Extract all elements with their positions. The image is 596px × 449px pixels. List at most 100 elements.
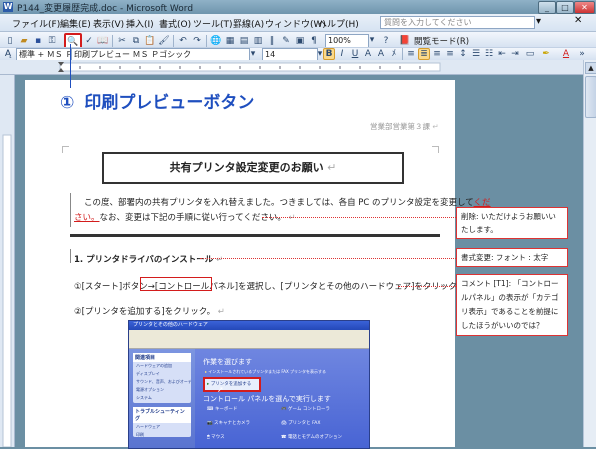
numbering-icon[interactable]: ☰ bbox=[470, 48, 482, 60]
toolbar-options-icon[interactable]: » bbox=[576, 48, 588, 60]
side-item[interactable]: システム bbox=[133, 394, 191, 402]
line-spacing-icon[interactable]: ↕ bbox=[457, 48, 469, 60]
borders-icon[interactable]: ▭ bbox=[524, 48, 536, 60]
side-item[interactable]: サウンド、音声、およびオーディオデバイス bbox=[133, 378, 191, 386]
side-item[interactable]: ハードウェアの追加 bbox=[133, 362, 191, 370]
paste-icon[interactable]: 📋 bbox=[144, 35, 156, 47]
side-item[interactable]: 電源オプション bbox=[133, 386, 191, 394]
help-search-input[interactable]: 質問を入力してください bbox=[380, 16, 535, 29]
menu-edit[interactable]: 編集(E) bbox=[60, 17, 91, 30]
format-painter-icon[interactable]: 🖌 bbox=[158, 35, 170, 47]
decrease-indent-icon[interactable]: ⇤ bbox=[496, 48, 508, 60]
spelling-icon[interactable]: ✓ bbox=[83, 35, 95, 47]
paragraph-1-line-1: この度、部署内の共有プリンタを入れ替えました。つきましては、各自 PC のプリン… bbox=[84, 196, 491, 208]
menu-bar: ファイル(F) 編集(E) 表示(V) 挿入(I) 書式(O) ツール(T) 罫… bbox=[0, 14, 596, 32]
align-center-icon[interactable]: ≣ bbox=[418, 48, 430, 60]
side-item[interactable]: 印刷 bbox=[133, 431, 191, 439]
redo-icon[interactable]: ↷ bbox=[191, 35, 203, 47]
cp-icon-keyboard[interactable]: ⌨ キーボード bbox=[207, 406, 237, 412]
minimize-button[interactable]: _ bbox=[538, 1, 556, 14]
cp-icon-scanner[interactable]: 📷 スキャナとカメラ bbox=[207, 420, 250, 426]
menu-table[interactable]: 罫線(A) bbox=[233, 17, 264, 30]
zoom-select[interactable]: 100% bbox=[325, 34, 369, 48]
distribute-icon[interactable]: ≡ bbox=[444, 48, 456, 60]
columns-icon[interactable]: ‖ bbox=[266, 35, 278, 47]
word-app-icon[interactable]: W bbox=[3, 2, 13, 12]
menu-format[interactable]: 書式(O) bbox=[159, 17, 191, 30]
format-change-balloon[interactable]: 書式変更: フォント : 太字 bbox=[456, 248, 568, 267]
undo-icon[interactable]: ↶ bbox=[177, 35, 189, 47]
deletion-balloon-text: 削除: いただけようお願いいたします。 bbox=[461, 212, 556, 234]
cp-icon-mouse[interactable]: 🖱 マウス bbox=[207, 434, 225, 440]
char-shading-icon[interactable]: A bbox=[375, 48, 387, 60]
task-1[interactable]: ▸ インストールされているプリンタまたは FAX プリンタを表示する bbox=[205, 369, 355, 375]
save-icon[interactable]: ▪ bbox=[32, 35, 44, 47]
italic-icon[interactable]: I bbox=[336, 48, 348, 60]
highlight-icon[interactable]: ✒ bbox=[540, 48, 552, 60]
cp-icon-game[interactable]: 🎮 ゲーム コントローラ bbox=[281, 406, 330, 412]
scroll-up-icon[interactable]: ▲ bbox=[585, 62, 596, 74]
bold-icon[interactable]: B bbox=[323, 48, 335, 60]
menu-window[interactable]: ウィンドウ(W) bbox=[265, 17, 326, 30]
open-folder-icon[interactable]: ▰ bbox=[18, 35, 30, 47]
zoom-dropdown-icon[interactable]: ▾ bbox=[366, 34, 378, 46]
vertical-ruler[interactable] bbox=[0, 75, 15, 447]
permission-icon[interactable]: ⚿ bbox=[46, 35, 58, 47]
maximize-button[interactable]: □ bbox=[556, 1, 574, 14]
menu-help[interactable]: ヘルプ(H) bbox=[318, 17, 359, 30]
help-dropdown-icon[interactable]: ▾ bbox=[536, 16, 541, 27]
step-2-text: ②[プリンタを追加する]をクリック。 bbox=[74, 307, 216, 317]
close-button[interactable]: ✕ bbox=[574, 1, 595, 14]
cp-icon-label: 電話とモデムのオプション bbox=[288, 435, 342, 440]
char-scale-icon[interactable]: ﾒ bbox=[388, 48, 400, 60]
show-hide-icon[interactable]: ¶ bbox=[308, 35, 320, 47]
drawing-icon[interactable]: ✎ bbox=[280, 35, 292, 47]
deletion-balloon[interactable]: 削除: いただけようお願いいたします。 bbox=[456, 207, 568, 239]
header-text: 営業部営業第３課 bbox=[370, 122, 430, 131]
comment-text: コメント [T1]: 「コントロールパネル」の表示が「カテゴリ表示」であることを… bbox=[461, 279, 559, 330]
side-item[interactable]: ディスプレイ bbox=[133, 370, 191, 378]
add-printer-task[interactable]: ▸ プリンタを追加する bbox=[203, 377, 261, 392]
side-box-2: トラブルシューティング ハードウェア 印刷 bbox=[133, 407, 191, 437]
styles-formatting-icon[interactable]: Ą bbox=[2, 48, 14, 60]
insert-excel-icon[interactable]: ▥ bbox=[252, 35, 264, 47]
align-right-icon[interactable]: ≡ bbox=[431, 48, 443, 60]
callout-number: ① bbox=[60, 93, 75, 113]
cut-icon[interactable]: ✂ bbox=[116, 35, 128, 47]
side-item[interactable]: ハードウェア bbox=[133, 423, 191, 431]
menu-tools[interactable]: ツール(T) bbox=[193, 17, 233, 30]
insert-table-icon[interactable]: ▤ bbox=[238, 35, 250, 47]
reading-mode-button[interactable]: 閲覧モード(R) bbox=[414, 35, 469, 47]
menu-file[interactable]: ファイル(F) bbox=[12, 17, 60, 30]
scroll-thumb[interactable] bbox=[585, 76, 596, 118]
increase-indent-icon[interactable]: ⇥ bbox=[509, 48, 521, 60]
font-dropdown-icon[interactable]: ▾ bbox=[247, 48, 259, 60]
para1-text: この度、部署内の共有プリンタを入れ替えました。つきましては、各自 PC のプリン… bbox=[84, 198, 474, 208]
menu-view[interactable]: 表示(V) bbox=[93, 17, 124, 30]
window-titlebar: W P144_変更履歴完成.doc - Microsoft Word _ □ ✕ bbox=[0, 0, 596, 14]
comment-balloon[interactable]: コメント [T1]: 「コントロールパネル」の表示が「カテゴリ表示」であることを… bbox=[456, 274, 568, 336]
window-title: P144_変更履歴完成.doc - Microsoft Word bbox=[17, 4, 194, 14]
cp-icon-printer[interactable]: 🖨 プリンタと FAX bbox=[281, 420, 320, 426]
document-map-icon[interactable]: ▣ bbox=[294, 35, 306, 47]
font-color-icon[interactable]: A bbox=[560, 48, 572, 60]
bullets-icon[interactable]: ☷ bbox=[483, 48, 495, 60]
cp-icon-phone[interactable]: ☎ 電話とモデムのオプション bbox=[281, 434, 342, 440]
hyperlink-icon[interactable]: 🌐 bbox=[210, 35, 222, 47]
step-2: ②[プリンタを追加する]をクリック。 ↵ bbox=[74, 307, 225, 317]
tables-borders-icon[interactable]: ▦ bbox=[224, 35, 236, 47]
research-icon[interactable]: 📖 bbox=[97, 35, 109, 47]
reading-mode-icon[interactable]: 📕 bbox=[398, 35, 412, 47]
panel-heading: コントロール パネルを選んで実行します bbox=[203, 395, 331, 403]
cp-icon-label: スキャナとカメラ bbox=[214, 421, 251, 426]
help-icon[interactable]: ? bbox=[380, 35, 392, 47]
copy-icon[interactable]: ⧉ bbox=[130, 35, 142, 47]
vertical-scrollbar[interactable]: ▲ bbox=[583, 60, 596, 447]
new-document-icon[interactable]: ▯ bbox=[4, 35, 16, 47]
horizontal-ruler[interactable] bbox=[0, 60, 596, 75]
underline-icon[interactable]: U bbox=[349, 48, 361, 60]
menu-insert[interactable]: 挿入(I) bbox=[126, 17, 154, 30]
align-justify-icon[interactable]: ≡ bbox=[405, 48, 417, 60]
char-border-icon[interactable]: A bbox=[362, 48, 374, 60]
doc-close-icon[interactable]: ✕ bbox=[574, 15, 582, 26]
